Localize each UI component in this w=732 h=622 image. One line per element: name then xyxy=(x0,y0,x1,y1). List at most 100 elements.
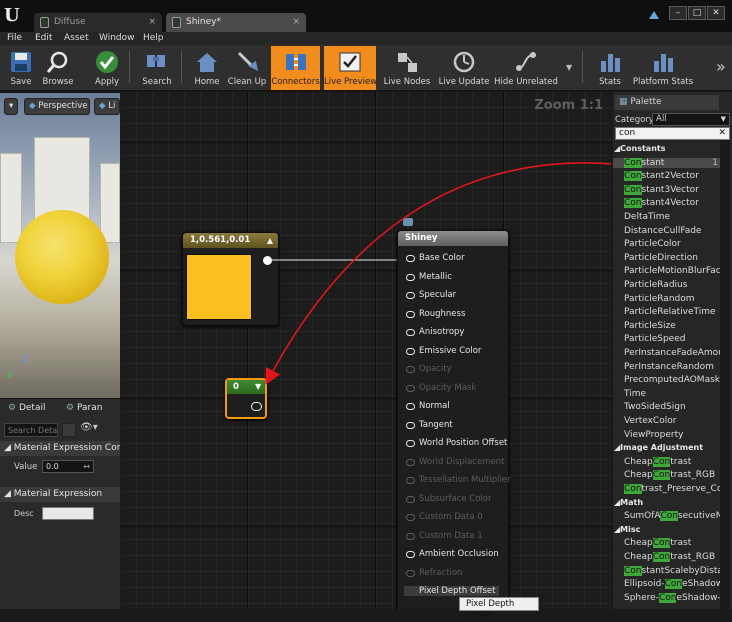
search-button[interactable]: Search xyxy=(138,46,176,90)
input-pin[interactable] xyxy=(406,569,415,577)
tab-parameters[interactable]: ⚙ Paran xyxy=(66,403,102,413)
tab-shiney[interactable]: Shiney* × xyxy=(166,13,306,32)
palette-item[interactable]: ParticleColor xyxy=(624,239,720,249)
live-update-button[interactable]: Live Update xyxy=(438,46,490,90)
tab-details[interactable]: ⚙ Detail xyxy=(8,403,45,413)
toolbar-more-icon[interactable]: » xyxy=(716,57,726,76)
input-pin[interactable] xyxy=(406,495,415,503)
palette-item[interactable]: TwoSidedSign xyxy=(624,402,720,412)
input-pin[interactable] xyxy=(406,366,415,373)
palette-item[interactable]: Constant4Vector4 xyxy=(624,198,720,209)
lit-button[interactable]: ◆ Li xyxy=(94,98,120,115)
menu-file[interactable]: File xyxy=(7,32,22,45)
palette-item[interactable]: DeltaTime xyxy=(624,212,720,222)
input-pin[interactable] xyxy=(406,310,415,318)
platform-stats-button[interactable]: Platform Stats xyxy=(632,46,694,90)
input-pin[interactable] xyxy=(406,329,415,336)
palette-item[interactable]: CheapContrast xyxy=(624,456,720,467)
feedback-icon[interactable] xyxy=(648,8,660,20)
input-pin[interactable] xyxy=(406,347,415,355)
live-preview-button[interactable]: Live Preview xyxy=(324,46,377,90)
grid-view-icon[interactable] xyxy=(62,423,76,437)
palette-item[interactable]: Constant2Vector2 xyxy=(624,171,720,182)
category-select[interactable]: All ▼ xyxy=(652,113,730,126)
live-nodes-button[interactable]: Live Nodes xyxy=(382,46,432,90)
perspective-button[interactable]: ◆ Perspective xyxy=(24,98,90,115)
toolbar-dropdown-icon[interactable]: ▼ xyxy=(566,63,572,72)
collapse-icon[interactable]: ▲ xyxy=(267,236,273,245)
input-pin[interactable] xyxy=(406,384,415,392)
input-pin[interactable] xyxy=(406,421,415,429)
palette-category[interactable]: ◢Constants xyxy=(614,144,665,153)
palette-item[interactable]: CheapContrast_RGB xyxy=(624,552,720,562)
eye-icon[interactable]: 👁▾ xyxy=(80,422,98,433)
palette-item[interactable]: DistanceCullFade xyxy=(624,226,720,236)
palette-item[interactable]: Constant3Vector3 xyxy=(624,184,720,195)
input-pin[interactable] xyxy=(406,458,415,466)
section-material-expression[interactable]: ◢ Material Expression xyxy=(0,487,120,502)
home-button[interactable]: Home xyxy=(189,46,225,90)
palette-tab[interactable]: ▦ Palette xyxy=(615,95,719,110)
palette-item[interactable]: ParticleRelativeTime xyxy=(624,307,720,317)
palette-item[interactable]: Time xyxy=(624,389,720,399)
output-pin[interactable] xyxy=(251,402,262,411)
palette-item[interactable]: ParticleRandom xyxy=(624,294,720,304)
palette-scrollbar[interactable] xyxy=(720,140,730,609)
section-material-expression-constant[interactable]: ◢ Material Expression Const xyxy=(0,441,120,456)
viewport-menu-button[interactable]: ▾ xyxy=(4,98,18,115)
palette-item[interactable]: SumOfAConsecutiveN xyxy=(624,511,720,522)
details-search-input[interactable] xyxy=(4,423,58,437)
palette-search-input[interactable]: con ✕ xyxy=(615,127,730,140)
palette-item[interactable]: ParticleSpeed xyxy=(624,334,720,344)
input-pin[interactable] xyxy=(406,403,415,410)
palette-category[interactable]: ◢Image Adjustment xyxy=(614,443,703,452)
constant-node[interactable]: 0 ▼ xyxy=(225,378,267,419)
palette-category[interactable]: ◢Misc xyxy=(614,525,640,534)
palette-item[interactable]: VertexColor xyxy=(624,416,720,426)
palette-item[interactable]: PerInstanceRandom xyxy=(624,362,720,372)
input-pin[interactable] xyxy=(406,292,415,299)
tab-diffuse[interactable]: Diffuse × xyxy=(34,13,162,32)
input-pin[interactable] xyxy=(406,255,415,262)
menu-asset[interactable]: Asset xyxy=(64,32,89,45)
browse-button[interactable]: Browse xyxy=(40,46,76,90)
palette-item[interactable]: PerInstanceFadeAmou xyxy=(624,348,720,358)
palette-item[interactable]: CheapContrast_RGB xyxy=(624,470,720,481)
preview-viewport[interactable]: ▾ ◆ Perspective ◆ Li Z X xyxy=(0,93,120,488)
constant3vector-node[interactable]: 1,0.561,0.01 ▲ xyxy=(182,232,279,326)
tab-close-icon[interactable]: × xyxy=(148,13,156,32)
output-pin[interactable] xyxy=(263,256,272,265)
palette-category[interactable]: ◢Math xyxy=(614,498,643,507)
apply-button[interactable]: Apply xyxy=(88,46,126,90)
palette-item[interactable]: CheapContrast xyxy=(624,538,720,549)
palette-item[interactable]: ViewProperty xyxy=(624,430,720,440)
palette-item[interactable]: Constant 1 xyxy=(613,157,720,168)
palette-item[interactable]: ParticleDirection xyxy=(624,253,720,263)
tab-close-icon[interactable]: × xyxy=(292,13,300,32)
palette-item[interactable]: ParticleRadius xyxy=(624,280,720,290)
value-field[interactable]: 0.0 ↔ xyxy=(42,460,94,473)
clear-search-icon[interactable]: ✕ xyxy=(718,128,726,139)
material-result-node[interactable]: Shiney Base Color Metallic Specular Roughne… xyxy=(397,230,511,609)
close-window-button[interactable]: ✕ xyxy=(707,6,725,20)
hide-unrelated-button[interactable]: Hide Unrelated xyxy=(494,46,558,90)
minimize-button[interactable]: – xyxy=(669,6,687,20)
menu-edit[interactable]: Edit xyxy=(35,32,52,45)
input-pin[interactable] xyxy=(406,551,415,558)
palette-item[interactable]: ConstantScalebyDista xyxy=(624,565,720,576)
menu-help[interactable]: Help xyxy=(143,32,164,45)
save-button[interactable]: Save xyxy=(2,46,40,90)
material-graph[interactable]: Zoom 1:1 1,0.561,0.01 ▲ 0 ▼ Shiney Base … xyxy=(121,92,611,609)
input-pin[interactable] xyxy=(406,273,415,281)
desc-field[interactable] xyxy=(42,507,94,520)
connectors-button[interactable]: Connectors xyxy=(271,46,320,90)
menu-window[interactable]: Window xyxy=(99,32,135,45)
input-pin[interactable] xyxy=(406,477,415,484)
palette-item[interactable]: ParticleMotionBlurFac xyxy=(624,266,720,276)
input-pin[interactable] xyxy=(406,532,415,540)
collapse-icon[interactable]: ▼ xyxy=(255,382,261,391)
input-pin[interactable] xyxy=(406,514,415,521)
palette-item[interactable]: ParticleSize xyxy=(624,321,720,331)
input-pin[interactable] xyxy=(406,440,415,447)
palette-item[interactable]: Sphere-ConeShadow- xyxy=(624,592,720,603)
